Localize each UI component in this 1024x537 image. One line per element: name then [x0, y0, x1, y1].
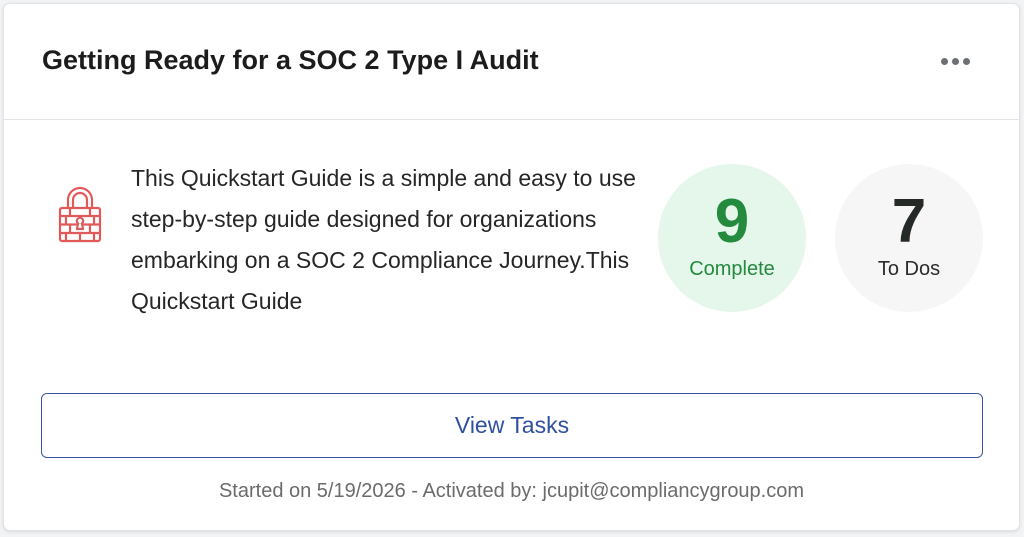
guide-description: This Quickstart Guide is a simple and ea…	[131, 165, 636, 314]
padlock-icon	[58, 186, 102, 243]
view-tasks-button[interactable]: View Tasks	[41, 393, 983, 458]
complete-count: 9	[714, 187, 750, 256]
todos-count-badge: 7 To Dos	[835, 164, 983, 312]
quickstart-card: Getting Ready for a SOC 2 Type I Audit T…	[3, 3, 1020, 531]
complete-label: Complete	[689, 258, 775, 280]
todos-count: 7	[891, 187, 927, 256]
card-header: Getting Ready for a SOC 2 Type I Audit	[4, 4, 1019, 120]
todos-label: To Dos	[877, 258, 941, 280]
card-title: Getting Ready for a SOC 2 Type I Audit	[42, 45, 539, 75]
more-horizontal-icon	[940, 57, 948, 65]
activation-info: Started on 5/19/2026 - Activated by: jcu…	[218, 480, 805, 502]
more-options-button[interactable]	[935, 44, 975, 78]
complete-count-badge: 9 Complete	[658, 164, 806, 312]
